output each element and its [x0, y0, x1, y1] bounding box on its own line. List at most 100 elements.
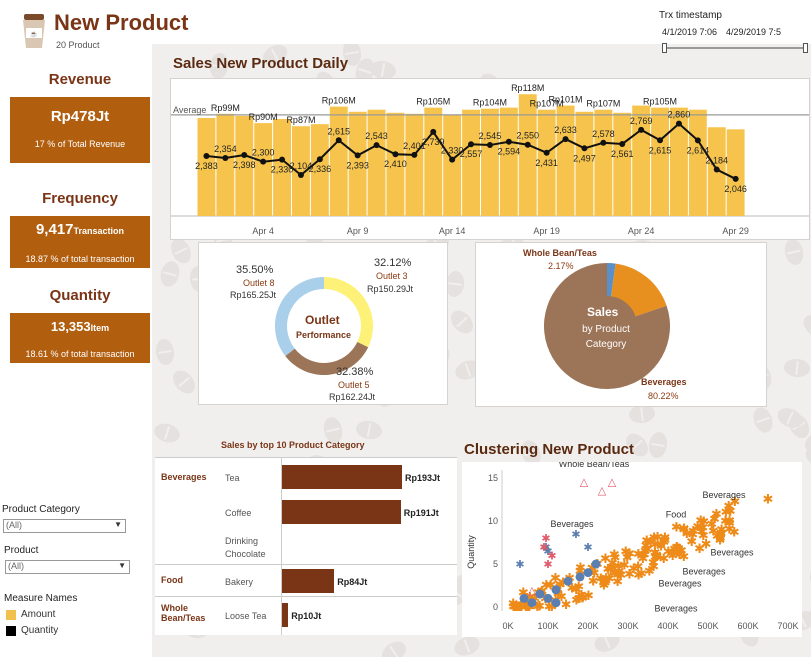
product-category-select[interactable]: (All) ▼: [3, 519, 126, 533]
quantity-point[interactable]: [449, 156, 456, 163]
quantity-data-label: 2,398: [233, 160, 256, 170]
product-select[interactable]: (All) ▼: [5, 560, 130, 574]
cluster-point-food[interactable]: [563, 576, 573, 586]
daily-bar[interactable]: [254, 123, 273, 216]
bar-loose-tea[interactable]: [282, 603, 289, 627]
cluster-point-beverages[interactable]: ✱: [576, 588, 587, 603]
cluster-point-food[interactable]: [583, 568, 593, 578]
quantity-point[interactable]: [411, 151, 418, 158]
cluster-point-beverages[interactable]: ✱: [716, 523, 727, 538]
cluster-point-beverages[interactable]: ✱: [633, 569, 644, 584]
cluster-point-food[interactable]: [543, 593, 553, 603]
cluster-point-beverages[interactable]: ✱: [696, 525, 707, 540]
quantity-point[interactable]: [335, 137, 342, 144]
cluster-point-food[interactable]: ✱: [571, 528, 580, 541]
cluster-point-wholebean[interactable]: △: [580, 475, 589, 488]
bar-bakery[interactable]: [282, 569, 335, 593]
daily-bar[interactable]: [613, 112, 632, 216]
cluster-point-wholebean[interactable]: △: [608, 475, 617, 488]
cluster-point-beverages[interactable]: ✱: [614, 568, 625, 583]
daily-bar[interactable]: [329, 106, 348, 216]
cluster-point-beverages[interactable]: ✱: [644, 564, 655, 579]
quantity-point[interactable]: [203, 153, 210, 160]
cluster-point-food[interactable]: ✱: [515, 558, 524, 571]
quantity-data-label: 2,300: [252, 148, 275, 158]
quantity-point[interactable]: [373, 142, 380, 149]
daily-bar[interactable]: [556, 105, 575, 216]
average-label: Average: [173, 105, 206, 115]
daily-bar[interactable]: [575, 111, 594, 216]
daily-bar[interactable]: [367, 109, 386, 216]
quantity-data-label: 2,614: [687, 145, 710, 155]
quantity-point[interactable]: [562, 136, 569, 143]
quantity-point[interactable]: [486, 142, 493, 149]
cluster-point-beverages[interactable]: ✱: [512, 600, 523, 615]
cluster-point-food[interactable]: [591, 559, 601, 569]
quantity-point[interactable]: [713, 166, 720, 173]
daily-bar[interactable]: [688, 109, 707, 216]
quantity-point[interactable]: [260, 158, 267, 165]
cluster-point-beverages[interactable]: ✱: [561, 598, 572, 613]
daily-bar[interactable]: [499, 107, 518, 216]
cluster-point-beverages[interactable]: ✱: [763, 493, 774, 508]
quantity-point[interactable]: [619, 140, 626, 147]
top10-title: Sales by top 10 Product Category: [221, 440, 365, 450]
quantity-data-label: 2,543: [365, 131, 388, 141]
quantity-point[interactable]: [222, 155, 229, 162]
daily-bar[interactable]: [462, 109, 480, 216]
quantity-point[interactable]: [297, 171, 304, 178]
daily-bar[interactable]: [594, 109, 613, 216]
daily-bar[interactable]: [726, 129, 745, 216]
quantity-point[interactable]: [657, 137, 664, 144]
quantity-point[interactable]: [638, 126, 645, 133]
daily-bar[interactable]: [481, 108, 499, 216]
daily-bar[interactable]: [424, 107, 443, 216]
cluster-point-beverages[interactable]: ✱: [641, 534, 652, 549]
daily-chart-title: Sales New Product Daily: [173, 55, 349, 72]
daily-bar[interactable]: [518, 94, 537, 216]
cluster-point-food[interactable]: [575, 572, 585, 582]
timestamp-slider-handle-end[interactable]: [803, 43, 808, 53]
cluster-point-food[interactable]: [527, 598, 537, 608]
quantity-point[interactable]: [581, 145, 588, 152]
timestamp-slider-handle-start[interactable]: [662, 43, 667, 53]
quantity-point[interactable]: [694, 137, 701, 144]
cluster-point-wholebean[interactable]: ✱: [541, 532, 550, 545]
cluster-point-beverages[interactable]: ✱: [600, 552, 611, 567]
daily-bar[interactable]: [216, 113, 235, 216]
daily-bar[interactable]: [651, 107, 669, 216]
bar-coffee[interactable]: [282, 500, 401, 524]
daily-bar[interactable]: [443, 114, 462, 216]
legend-quantity-label[interactable]: Quantity: [21, 625, 58, 636]
cluster-point-beverages[interactable]: ✱: [600, 576, 611, 591]
quantity-point[interactable]: [316, 156, 323, 163]
quantity-point[interactable]: [543, 149, 550, 156]
cluster-point-food[interactable]: [551, 585, 561, 595]
cluster-point-wholebean[interactable]: △: [528, 584, 537, 597]
quantity-point[interactable]: [675, 120, 682, 127]
cluster-point-food[interactable]: ✱: [583, 541, 592, 554]
cluster-point-beverages[interactable]: ✱: [678, 550, 689, 565]
cluster-point-beverages[interactable]: ✱: [650, 550, 661, 565]
daily-bar[interactable]: [405, 113, 424, 216]
cluster-point-wholebean[interactable]: ✱: [547, 549, 556, 562]
legend-amount-label[interactable]: Amount: [21, 609, 55, 620]
cluster-point-beverages[interactable]: ✱: [671, 520, 682, 535]
quantity-point[interactable]: [354, 152, 361, 159]
cluster-point-food[interactable]: [551, 598, 561, 608]
quantity-point[interactable]: [279, 156, 286, 163]
quantity-point[interactable]: [430, 128, 437, 135]
quantity-point[interactable]: [524, 141, 531, 148]
cluster-point-food[interactable]: [535, 589, 545, 599]
bar-tea[interactable]: [282, 465, 402, 489]
quantity-point[interactable]: [732, 175, 739, 182]
quantity-point[interactable]: [468, 141, 475, 148]
group-food: Food: [161, 575, 183, 585]
timestamp-slider[interactable]: [662, 43, 808, 53]
quantity-point[interactable]: [505, 138, 512, 145]
quantity-point[interactable]: [600, 139, 607, 146]
quantity-point[interactable]: [241, 152, 248, 159]
cluster-point-wholebean[interactable]: △: [598, 484, 607, 497]
quantity-point[interactable]: [392, 151, 399, 158]
item-coffee: Coffee: [225, 508, 252, 518]
